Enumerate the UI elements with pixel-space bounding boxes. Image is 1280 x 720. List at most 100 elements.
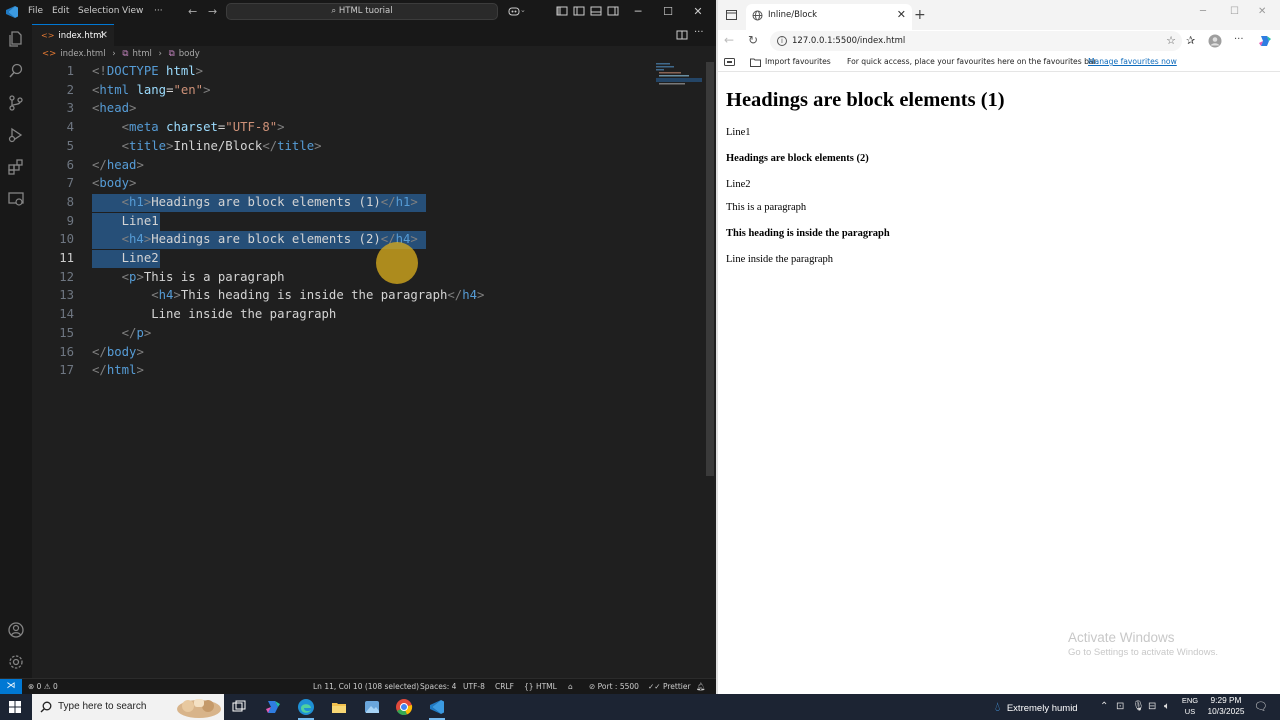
menu-file[interactable]: File — [28, 6, 43, 16]
close-icon[interactable]: ✕ — [684, 3, 712, 20]
toggle-secondary-sidebar-icon[interactable] — [607, 5, 619, 17]
taskbar-search-box[interactable]: Type here to search — [32, 694, 224, 720]
more-actions-icon[interactable]: ··· — [694, 27, 706, 39]
settings-more-icon[interactable]: ··· — [1234, 34, 1248, 48]
file-explorer-icon[interactable] — [330, 698, 348, 716]
code-line[interactable]: 13 <h4>This heading is inside the paragr… — [32, 286, 672, 305]
copilot-status-icon[interactable]: ⌂ — [568, 679, 573, 694]
code-line[interactable]: 8 <h1>Headings are block elements (1)</h… — [32, 193, 672, 212]
code-line[interactable]: 16 </body> — [32, 343, 672, 362]
code-line[interactable]: 10 <h4>Headings are block elements (2)</… — [32, 230, 672, 250]
vscode-app-icon[interactable] — [428, 698, 446, 716]
tab-actions-icon[interactable] — [726, 10, 737, 20]
task-view-icon[interactable] — [230, 698, 248, 716]
command-center[interactable]: ⌕ HTML tuorial — [226, 3, 498, 20]
menu-edit[interactable]: Edit — [52, 6, 69, 16]
toggle-panel-icon[interactable] — [590, 5, 602, 17]
menu-selection[interactable]: Selection — [78, 6, 119, 16]
favourite-star-icon[interactable]: ☆ — [1166, 31, 1176, 51]
copilot-icon[interactable] — [508, 5, 520, 17]
cursor-position[interactable]: Ln 11, Col 10 (108 selected) — [313, 679, 419, 694]
code-line[interactable]: 2 <html lang="en"> — [32, 81, 672, 100]
notifications-bell-icon[interactable]: 🔔︎ — [696, 679, 706, 694]
remote-explorer-icon[interactable] — [7, 190, 25, 208]
layout-icon[interactable] — [556, 5, 568, 17]
code-line[interactable]: 6 </head> — [32, 156, 672, 175]
copilot-icon[interactable] — [1258, 34, 1272, 48]
no-signal-icon: ⊘ — [589, 682, 598, 691]
code-editor[interactable]: 1 <!DOCTYPE html> 2 <html lang="en"> 3 <head>… — [32, 62, 716, 678]
menu-view[interactable]: View — [122, 6, 143, 16]
toggle-sidebar-icon[interactable] — [573, 5, 585, 17]
code-line[interactable]: 12 <p>This is a paragraph — [32, 268, 672, 287]
network-icon[interactable]: ⊟ — [1148, 694, 1156, 720]
errors-warnings[interactable]: ⊗ 0 ⚠ 0 — [28, 679, 58, 694]
remote-indicator-icon[interactable]: ⋊ — [0, 679, 22, 695]
code-line[interactable]: 14 Line inside the paragraph — [32, 305, 672, 324]
close-icon[interactable]: ✕ — [1258, 6, 1266, 17]
input-language[interactable]: ENG US — [1178, 695, 1202, 717]
code-line[interactable]: 17 </html> — [32, 361, 672, 380]
back-arrow-icon[interactable]: ← — [188, 5, 197, 18]
chevron-down-icon[interactable]: ⌄ — [520, 6, 526, 14]
copilot-app-icon[interactable] — [264, 698, 282, 716]
maximize-icon[interactable]: ☐ — [654, 3, 682, 20]
breadcrumb-file[interactable]: index.html — [60, 49, 105, 59]
tab-close-icon[interactable]: ✕ — [100, 25, 108, 46]
import-favourites-link[interactable]: Import favourites — [765, 52, 831, 72]
code-line[interactable]: 9 Line1 — [32, 212, 672, 231]
indentation[interactable]: Spaces: 4 — [420, 679, 456, 694]
minimap[interactable] — [654, 62, 704, 86]
tab-index-html[interactable]: <> index.html ✕ — [32, 24, 114, 46]
extensions-icon[interactable] — [7, 158, 25, 176]
code-line[interactable]: 11 Line2 — [32, 249, 672, 268]
language-mode[interactable]: {} HTML — [524, 679, 557, 694]
breadcrumb-body[interactable]: body — [179, 49, 200, 59]
back-arrow-icon[interactable]: ← — [724, 33, 734, 47]
prettier-status[interactable]: ✓✓ Prettier — [648, 679, 691, 694]
photos-app-icon[interactable] — [363, 698, 381, 716]
microphone-icon[interactable]: 🎙︎ — [1132, 694, 1145, 720]
forward-arrow-icon[interactable]: → — [208, 5, 217, 18]
account-icon[interactable] — [7, 621, 25, 639]
edge-browser-icon[interactable] — [297, 698, 315, 716]
minimize-icon[interactable]: ─ — [1200, 6, 1206, 17]
settings-gear-icon[interactable] — [7, 653, 25, 671]
minimize-icon[interactable]: ─ — [624, 3, 652, 20]
weather-widget[interactable]: 💧︎ Extremely humid — [995, 694, 1078, 720]
windows-start-icon[interactable] — [9, 701, 21, 713]
tab-close-icon[interactable]: ✕ — [897, 4, 906, 26]
clock[interactable]: 9:29 PM 10/3/2025 — [1202, 695, 1250, 717]
code-line[interactable]: 15 </p> — [32, 324, 672, 343]
explorer-icon[interactable] — [7, 30, 25, 48]
new-tab-icon[interactable]: + — [914, 7, 926, 23]
address-bar[interactable]: i 127.0.0.1:5500/index.html ☆ — [770, 31, 1182, 51]
chevron-up-icon[interactable]: ⌃ — [1100, 694, 1108, 720]
run-debug-icon[interactable] — [7, 126, 25, 144]
site-info-icon[interactable]: i — [777, 36, 787, 46]
chrome-icon[interactable] — [395, 698, 413, 716]
profile-avatar-icon[interactable] — [1208, 34, 1222, 48]
source-control-icon[interactable] — [7, 94, 25, 112]
code-line[interactable]: 1 <!DOCTYPE html> — [32, 62, 672, 81]
favourites-icon[interactable]: ✰ — [1186, 34, 1200, 48]
code-line[interactable]: 5 <title>Inline/Block</title> — [32, 137, 672, 156]
menu-more[interactable]: ··· — [154, 6, 163, 16]
notifications-icon[interactable]: 🗨︎ — [1254, 694, 1268, 720]
editor-scrollbar[interactable] — [706, 62, 714, 476]
refresh-icon[interactable]: ↻ — [748, 33, 758, 47]
maximize-icon[interactable]: ☐ — [1230, 6, 1239, 17]
search-icon[interactable] — [7, 62, 25, 80]
code-line[interactable]: 4 <meta charset="UTF-8"> — [32, 118, 672, 137]
live-server-port[interactable]: ⊘ Port : 5500 — [589, 679, 639, 694]
manage-favourites-link[interactable]: Manage favourites now — [1088, 52, 1177, 72]
code-line[interactable]: 3 <head> — [32, 99, 672, 118]
browser-tab[interactable]: Inline/Block ✕ — [746, 4, 912, 30]
split-editor-icon[interactable] — [676, 29, 688, 41]
encoding[interactable]: UTF-8 — [463, 679, 485, 694]
code-line[interactable]: 7 <body> — [32, 174, 672, 193]
volume-icon[interactable]: 🔈︎ — [1164, 694, 1170, 720]
breadcrumb-html[interactable]: html — [132, 49, 151, 59]
line-ending[interactable]: CRLF — [495, 679, 514, 694]
meet-now-icon[interactable]: ⊡ — [1116, 694, 1124, 720]
